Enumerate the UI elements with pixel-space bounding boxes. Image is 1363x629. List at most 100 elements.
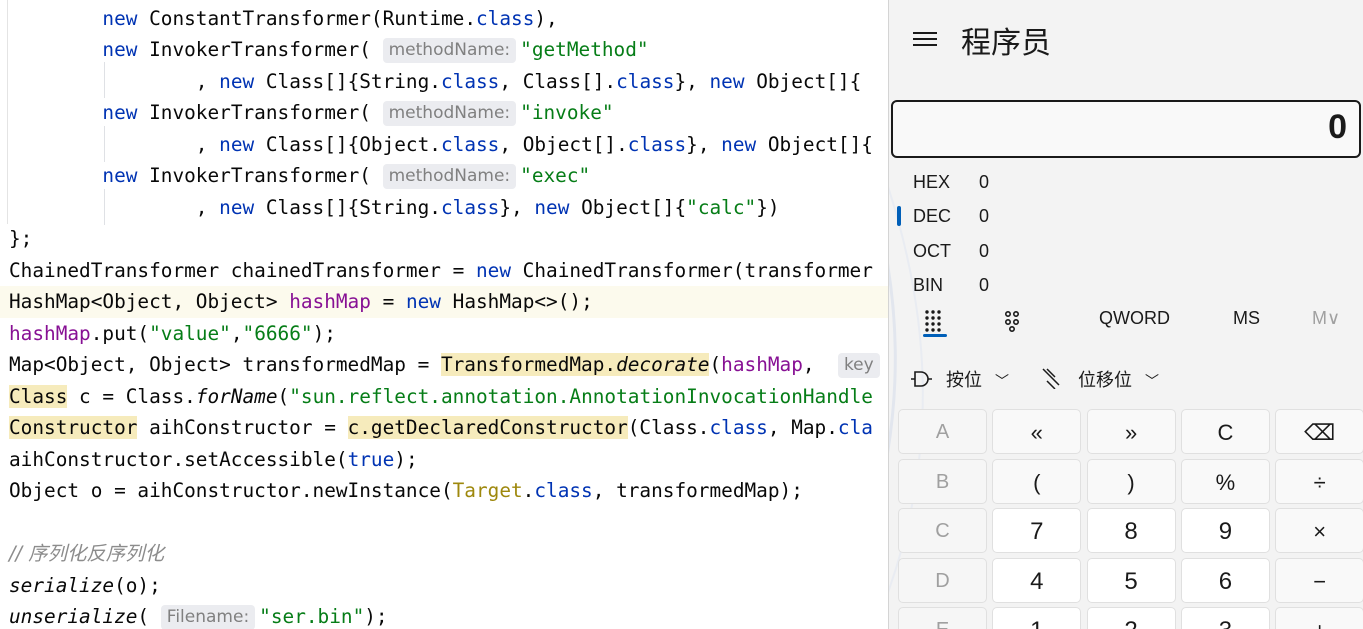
word-size-button[interactable]: QWORD: [1099, 308, 1170, 329]
code-token: new: [102, 164, 138, 187]
key-label: ×: [1313, 519, 1327, 544]
key-c[interactable]: C: [898, 508, 987, 553]
key-d[interactable]: D: [898, 557, 987, 603]
key-shift-right[interactable]: »: [1086, 409, 1176, 454]
key-7[interactable]: 7: [992, 508, 1082, 553]
memory-list-button[interactable]: M∨: [1312, 308, 1340, 329]
code-token: decorate: [616, 353, 710, 376]
key-clear[interactable]: C: [1180, 409, 1270, 454]
key-e[interactable]: E: [898, 607, 987, 629]
radix-dec-value: 0: [979, 206, 990, 226]
code-token: TransformedMap.: [440, 353, 617, 376]
key-6[interactable]: 6: [1180, 557, 1270, 603]
code-line[interactable]: unserialize( Filename: "ser.bin");: [0, 601, 890, 629]
code-line[interactable]: // 序列化反序列化: [0, 538, 890, 570]
bitwise-dropdown[interactable]: 按位 ﹀: [909, 366, 1009, 394]
key-4[interactable]: 4: [992, 557, 1082, 603]
code-line[interactable]: new InvokerTransformer( methodName: "invo…: [0, 97, 890, 129]
key-9[interactable]: 9: [1180, 508, 1270, 553]
parameter-hint: methodName:: [382, 101, 517, 126]
code-token: class: [440, 195, 500, 219]
code-token: ,: [9, 69, 220, 93]
calculator-mode-title: 程序员: [961, 26, 1051, 61]
key-subtract[interactable]: −: [1275, 557, 1363, 603]
code-token: Constructor: [9, 416, 138, 439]
code-token: "value": [149, 321, 231, 345]
code-token: Class[]{String.: [254, 195, 441, 219]
key-label: −: [1313, 568, 1327, 594]
code-token: );: [312, 321, 336, 345]
code-line[interactable]: , new Class[]{String.class}, new Object[…: [0, 192, 890, 224]
code-token: new: [534, 195, 570, 219]
parameter-hint: methodName:: [382, 164, 517, 189]
code-token: Object[]{: [569, 195, 687, 219]
code-line[interactable]: };: [0, 223, 890, 255]
key-1[interactable]: 1: [992, 607, 1082, 629]
code-line[interactable]: new InvokerTransformer( methodName: "exec…: [0, 160, 890, 192]
key-backspace[interactable]: ⌫: [1275, 409, 1363, 454]
code-line[interactable]: [0, 507, 890, 539]
radix-oct-label: OCT: [913, 241, 951, 261]
code-token: Class: [9, 384, 68, 408]
key-add[interactable]: +: [1275, 607, 1363, 629]
code-token: .: [522, 479, 535, 502]
code-line[interactable]: serialize(o);: [0, 570, 890, 602]
key-5[interactable]: 5: [1086, 557, 1176, 603]
code-line[interactable]: new ConstantTransformer(Runtime.class),: [0, 3, 890, 35]
calculator-window: 程序员 0 HEX 0 DEC 0 OCT 0 BIN 0 QWORD MS M…: [888, 0, 1363, 629]
key-b[interactable]: B: [898, 458, 987, 504]
key-open-paren[interactable]: (: [992, 458, 1082, 504]
radix-bin[interactable]: BIN 0: [889, 269, 1363, 301]
key-a[interactable]: A: [898, 409, 987, 454]
code-line[interactable]: new InvokerTransformer( methodName: "getM…: [0, 34, 890, 66]
hamburger-menu-icon[interactable]: [913, 28, 937, 50]
code-token: class: [440, 132, 500, 156]
code-token: .put(: [90, 321, 150, 345]
bit-toggle-keypad-icon[interactable]: [1003, 310, 1025, 337]
key-multiply[interactable]: ×: [1275, 508, 1363, 553]
code-line[interactable]: Class c = Class.forName("sun.reflect.ann…: [0, 381, 890, 413]
code-editor[interactable]: new ConstantTransformer(Runtime.class), …: [0, 0, 890, 629]
key-divide[interactable]: ÷: [1275, 458, 1363, 504]
radix-oct[interactable]: OCT 0: [889, 235, 1363, 267]
code-line[interactable]: , new Class[]{String.class, Class[].clas…: [0, 66, 890, 98]
code-token: );: [394, 447, 418, 471]
code-token: (: [709, 353, 722, 376]
code-line[interactable]: , new Class[]{Object.class, Object[].cla…: [0, 129, 890, 161]
radix-hex[interactable]: HEX 0: [889, 166, 1363, 198]
key-3[interactable]: 3: [1180, 607, 1270, 629]
key-label: 6: [1218, 567, 1233, 595]
code-token: (Class.: [627, 416, 710, 439]
code-token: aihConstructor =: [137, 416, 348, 439]
code-line[interactable]: aihConstructor.setAccessible(true);: [0, 444, 890, 476]
radix-dec[interactable]: DEC 0: [889, 200, 1363, 232]
code-line[interactable]: Object o = aihConstructor.newInstance(Ta…: [0, 475, 890, 507]
code-token: ),: [534, 6, 558, 30]
code-token: );: [364, 605, 388, 628]
code-line[interactable]: hashMap.put("value","6666");: [0, 318, 890, 350]
code-token: class: [616, 69, 675, 93]
bitshift-dropdown[interactable]: 位移位 ﹀: [1041, 366, 1159, 394]
code-token: new: [475, 258, 511, 282]
memory-store-button[interactable]: MS: [1233, 308, 1260, 329]
key-modulo[interactable]: %: [1180, 458, 1270, 504]
code-line[interactable]: ChainedTransformer chainedTransformer = …: [0, 255, 890, 287]
code-token: class: [709, 416, 768, 439]
key-shift-left[interactable]: «: [992, 409, 1082, 454]
key-8[interactable]: 8: [1086, 508, 1176, 553]
code-token: "getMethod": [520, 38, 649, 61]
key-label: E: [899, 608, 986, 629]
bitshift-icon: [1041, 367, 1063, 394]
code-line[interactable]: Constructor aihConstructor = c.getDeclar…: [0, 412, 890, 444]
key-close-paren[interactable]: ): [1086, 458, 1176, 504]
code-line[interactable]: HashMap<Object, Object> hashMap = new Ha…: [0, 286, 890, 318]
key-2[interactable]: 2: [1086, 607, 1176, 629]
code-token: class: [440, 69, 500, 93]
key-label: 2: [1088, 608, 1175, 629]
code-line[interactable]: Map<Object, Object> transformedMap = Tra…: [0, 349, 890, 381]
logic-gate-icon: [909, 369, 933, 394]
key-label: ÷: [1313, 469, 1326, 495]
full-keypad-icon[interactable]: [923, 308, 947, 337]
